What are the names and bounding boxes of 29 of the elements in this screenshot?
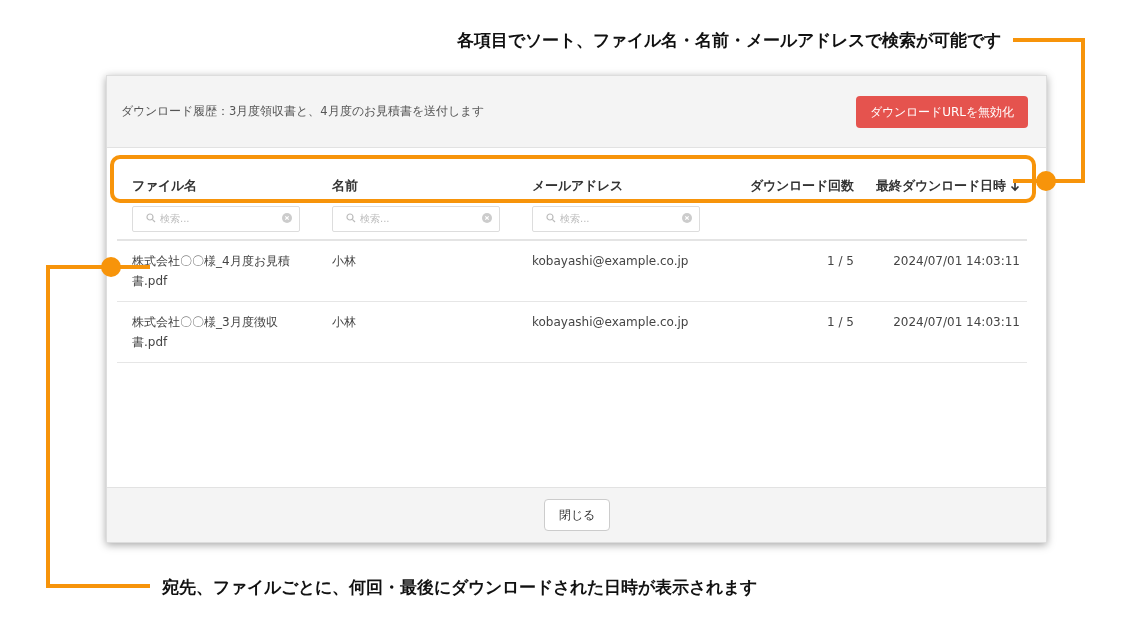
close-button[interactable]: 閉じる [543, 499, 610, 531]
table-cell-text: 小林 [332, 314, 357, 331]
search-icon [146, 213, 156, 223]
dialog-title: ダウンロード履歴：3月度領収書と、4月度のお見積書を送付します [121, 102, 484, 120]
annotation-text: 宛先、ファイルごとに、何回・最後にダウンロードされた日時が表示されます [162, 577, 757, 597]
sort-down-icon [1010, 180, 1020, 192]
search-field[interactable]: 検索... [132, 205, 300, 232]
search-field[interactable]: 検索... [332, 205, 500, 232]
column-header[interactable]: 名前 [332, 176, 532, 196]
search-icon [346, 213, 356, 223]
table-cell-text: 2024/07/01 14:03:11 [892, 314, 1020, 331]
search-field[interactable]: 検索... [532, 205, 700, 232]
clear-icon[interactable] [482, 213, 492, 223]
table-cell-text: 2024/07/01 14:03:11 [892, 253, 1020, 270]
column-header[interactable]: ファイル名 [132, 176, 332, 196]
search-icon [546, 213, 556, 223]
clear-icon[interactable] [282, 213, 292, 223]
column-header[interactable]: 最終ダウンロード日時 [854, 176, 1020, 196]
table-cell-text: kobayashi@example.co.jp [532, 314, 690, 331]
table-cell-text: kobayashi@example.co.jp [532, 253, 690, 270]
column-header[interactable]: ダウンロード回数 [702, 176, 854, 196]
annotation-text: 各項目でソート、ファイル名・名前・メールアドレスで検索が可能です [457, 29, 1001, 52]
column-header[interactable]: メールアドレス [532, 176, 702, 196]
table-cell-text: 1 / 5 [826, 314, 854, 331]
clear-icon[interactable] [682, 213, 692, 223]
disable-url-button[interactable]: ダウンロードURLを無効化 [856, 95, 1028, 128]
table-cell-text: 1 / 5 [826, 253, 854, 270]
table-cell-text: 小林 [332, 253, 357, 270]
table-cell-text: 株式会社〇〇様_3月度徴収書.pdf [132, 314, 279, 351]
